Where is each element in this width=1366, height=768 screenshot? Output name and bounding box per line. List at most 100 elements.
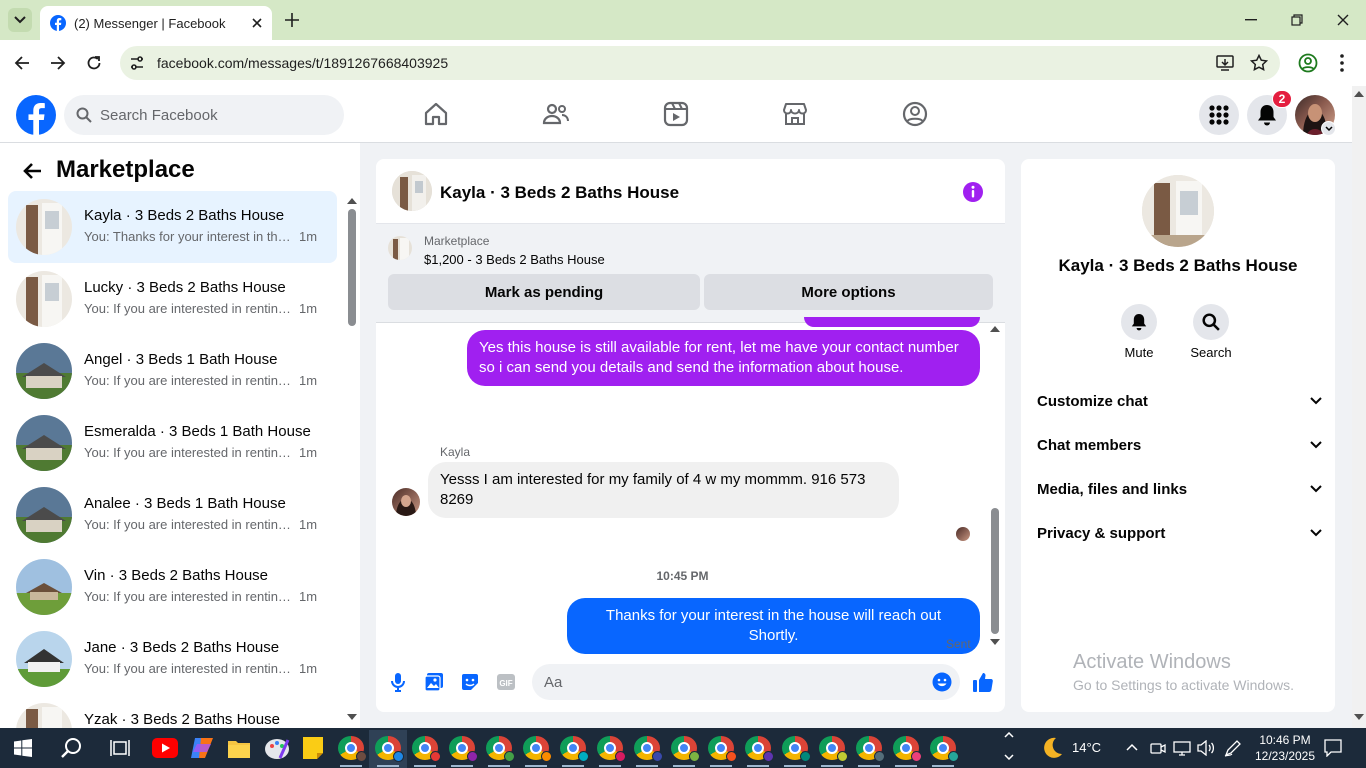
facebook-search-input[interactable]: Search Facebook xyxy=(64,95,344,135)
chat-members-row[interactable]: Chat members xyxy=(1037,433,1322,457)
taskbar-overflow-arrows[interactable] xyxy=(1004,732,1014,764)
conversation-item[interactable]: Angel · 3 Beds 1 Bath House You: If you a… xyxy=(8,335,337,407)
conversation-item[interactable]: Analee · 3 Beds 1 Bath House You: If you … xyxy=(8,479,337,551)
tab-search-button[interactable] xyxy=(8,8,32,32)
listing-detail[interactable]: $1,200 - 3 Beds 2 Baths House xyxy=(424,252,605,267)
network-icon[interactable] xyxy=(1173,740,1191,756)
sticker-icon[interactable] xyxy=(460,672,480,692)
chrome-window-icon[interactable] xyxy=(893,736,922,762)
window-close-icon[interactable] xyxy=(1337,14,1349,26)
chat-title[interactable]: Kayla · 3 Beds 2 Baths House xyxy=(440,183,679,203)
youtube-icon[interactable] xyxy=(152,738,178,758)
home-icon[interactable] xyxy=(422,100,450,128)
new-tab-plus-icon[interactable] xyxy=(285,13,299,27)
more-menu-icon[interactable] xyxy=(1340,54,1344,72)
chat-scrollbar-thumb[interactable] xyxy=(991,508,999,634)
restore-icon[interactable] xyxy=(1291,14,1303,26)
incoming-message[interactable]: Yesss I am interested for my family of 4… xyxy=(428,462,899,518)
outgoing-message-latest[interactable]: Thanks for your interest in the house wi… xyxy=(567,598,980,654)
chrome-window-icon[interactable] xyxy=(671,736,700,762)
scroll-up-icon[interactable] xyxy=(990,326,1000,332)
reload-icon[interactable] xyxy=(86,55,102,71)
contact-avatar[interactable] xyxy=(1142,175,1214,247)
sender-avatar[interactable] xyxy=(392,488,420,516)
chrome-window-icon[interactable] xyxy=(486,736,515,762)
message-input[interactable]: Aa xyxy=(532,664,960,700)
camera-icon[interactable] xyxy=(1150,740,1166,756)
gaming-icon[interactable] xyxy=(901,100,929,128)
chrome-window-icon[interactable] xyxy=(819,736,848,762)
scrollbar-thumb[interactable] xyxy=(348,209,356,326)
url-input[interactable]: facebook.com/messages/t/1891267668403925 xyxy=(120,46,1280,80)
scroll-up-icon[interactable] xyxy=(1354,91,1364,97)
site-info-icon[interactable] xyxy=(128,54,146,72)
copilot-icon[interactable] xyxy=(189,736,215,760)
gif-icon[interactable]: GIF xyxy=(496,672,516,692)
chat-avatar[interactable] xyxy=(392,171,432,211)
scroll-down-icon[interactable] xyxy=(990,639,1000,645)
back-arrow-icon[interactable] xyxy=(22,162,42,180)
watch-video-icon[interactable] xyxy=(662,100,690,128)
chrome-window-icon[interactable] xyxy=(412,736,441,762)
forward-icon[interactable] xyxy=(50,55,66,71)
scroll-up-icon[interactable] xyxy=(347,198,357,204)
emoji-icon[interactable] xyxy=(932,672,952,692)
file-explorer-icon[interactable] xyxy=(227,737,251,759)
mark-as-pending-button[interactable]: Mark as pending xyxy=(388,274,700,310)
conversation-item[interactable]: Lucky · 3 Beds 2 Baths House You: If you … xyxy=(8,263,337,335)
chrome-window-icon[interactable] xyxy=(449,736,478,762)
chrome-window-icon[interactable] xyxy=(338,736,367,762)
listing-thumbnail[interactable] xyxy=(388,236,412,260)
pen-icon[interactable] xyxy=(1224,739,1242,757)
task-view-icon[interactable] xyxy=(110,739,130,757)
mute-button[interactable] xyxy=(1121,304,1157,340)
facebook-logo-icon[interactable] xyxy=(16,95,56,135)
chrome-window-icon[interactable] xyxy=(745,736,774,762)
bookmark-star-icon[interactable] xyxy=(1250,54,1268,72)
taskbar-search-icon[interactable] xyxy=(61,737,83,759)
browser-tab-messenger[interactable]: (2) Messenger | Facebook xyxy=(40,6,272,40)
friends-icon[interactable] xyxy=(542,100,570,128)
page-scrollbar[interactable] xyxy=(1352,86,1366,728)
search-in-conversation-button[interactable] xyxy=(1193,304,1229,340)
taskbar-clock[interactable]: 10:46 PM 12/23/2025 xyxy=(1252,732,1318,764)
customize-chat-row[interactable]: Customize chat xyxy=(1037,389,1322,413)
volume-icon[interactable] xyxy=(1197,740,1215,756)
outgoing-message[interactable]: Yes this house is still available for re… xyxy=(467,330,980,386)
minimize-icon[interactable] xyxy=(1245,19,1257,21)
windows-start-icon[interactable] xyxy=(14,739,32,757)
sidebar-scrollbar[interactable] xyxy=(346,194,358,724)
more-options-button[interactable]: More options xyxy=(704,274,993,310)
conversation-item[interactable]: Kayla · 3 Beds 2 Baths House You: Thanks … xyxy=(8,191,337,263)
conversation-item[interactable]: Esmeralda · 3 Beds 1 Bath House You: If y… xyxy=(8,407,337,479)
close-icon[interactable] xyxy=(252,18,262,28)
conversation-item[interactable]: Jane · 3 Beds 2 Baths House You: If you a… xyxy=(8,623,337,695)
photo-gallery-icon[interactable] xyxy=(424,672,444,692)
chrome-window-icon[interactable] xyxy=(560,736,589,762)
chrome-window-icon[interactable] xyxy=(782,736,811,762)
back-icon[interactable] xyxy=(14,55,30,71)
scroll-down-icon[interactable] xyxy=(1354,714,1364,720)
chrome-window-icon[interactable] xyxy=(523,736,552,762)
conversation-item[interactable]: Vin · 3 Beds 2 Baths House You: If you ar… xyxy=(8,551,337,623)
microphone-icon[interactable] xyxy=(390,672,406,692)
chrome-window-icon[interactable] xyxy=(930,736,959,762)
scroll-down-icon[interactable] xyxy=(347,714,357,720)
notification-center-icon[interactable] xyxy=(1324,739,1342,757)
sticky-notes-icon[interactable] xyxy=(302,736,324,760)
chrome-window-icon[interactable] xyxy=(856,736,885,762)
privacy-support-row[interactable]: Privacy & support xyxy=(1037,521,1322,545)
thumbs-up-icon[interactable] xyxy=(972,671,994,693)
chrome-window-icon[interactable] xyxy=(708,736,737,762)
paint-icon[interactable] xyxy=(264,736,290,760)
profile-icon[interactable] xyxy=(1298,53,1318,73)
chrome-window-icon[interactable] xyxy=(375,736,404,762)
account-chevron[interactable] xyxy=(1321,121,1336,136)
marketplace-icon[interactable] xyxy=(781,100,809,128)
info-icon[interactable] xyxy=(962,181,984,203)
menu-button[interactable] xyxy=(1199,95,1239,135)
weather-temperature[interactable]: 14°C xyxy=(1072,740,1101,755)
media-files-links-row[interactable]: Media, files and links xyxy=(1037,477,1322,501)
chrome-window-icon[interactable] xyxy=(634,736,663,762)
install-app-icon[interactable] xyxy=(1216,54,1234,72)
